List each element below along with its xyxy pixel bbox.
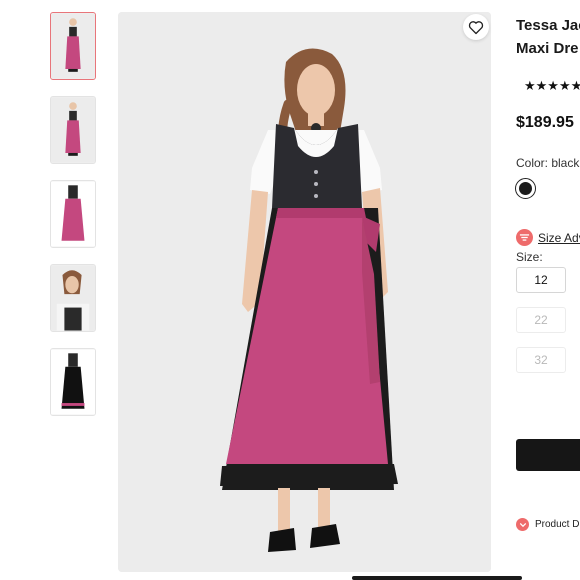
heart-icon [468,20,484,34]
size-label: Size: [516,250,543,264]
product-title: Tessa Jac Maxi Dre [516,14,580,60]
thumbnail-2[interactable] [50,96,96,164]
scroll-indicator [352,576,522,580]
color-swatch-black[interactable] [515,178,536,199]
product-title-line-1: Tessa Jac [516,17,580,34]
thumbnail-5[interactable] [50,348,96,416]
size-option-22: 22 [516,307,566,333]
size-advisor-label: Size Adv [538,230,580,245]
model-illustration [118,12,491,572]
thumbnail-1[interactable] [50,12,96,80]
size-option-32: 32 [516,347,566,373]
thumbnail-4[interactable] [50,264,96,332]
size-advisor-link[interactable]: Size Adv [516,229,580,246]
thumbnail-3[interactable] [50,180,96,248]
color-swatch-dot [519,182,532,195]
rating-stars[interactable]: ★★★★★ [524,78,580,94]
color-label: Color: black [516,156,580,170]
chevron-down-icon [516,518,529,531]
product-details-label: Product D [535,519,580,530]
add-to-cart-button[interactable] [516,439,580,471]
product-title-line-2: Maxi Dre [516,40,579,57]
product-main-image [118,12,491,572]
product-details-toggle[interactable]: Product D [516,518,579,531]
size-option-12[interactable]: 12 [516,267,566,293]
product-price: $189.95 [516,114,574,131]
favorite-button[interactable] [463,14,489,40]
size-advisor-icon [516,229,533,246]
